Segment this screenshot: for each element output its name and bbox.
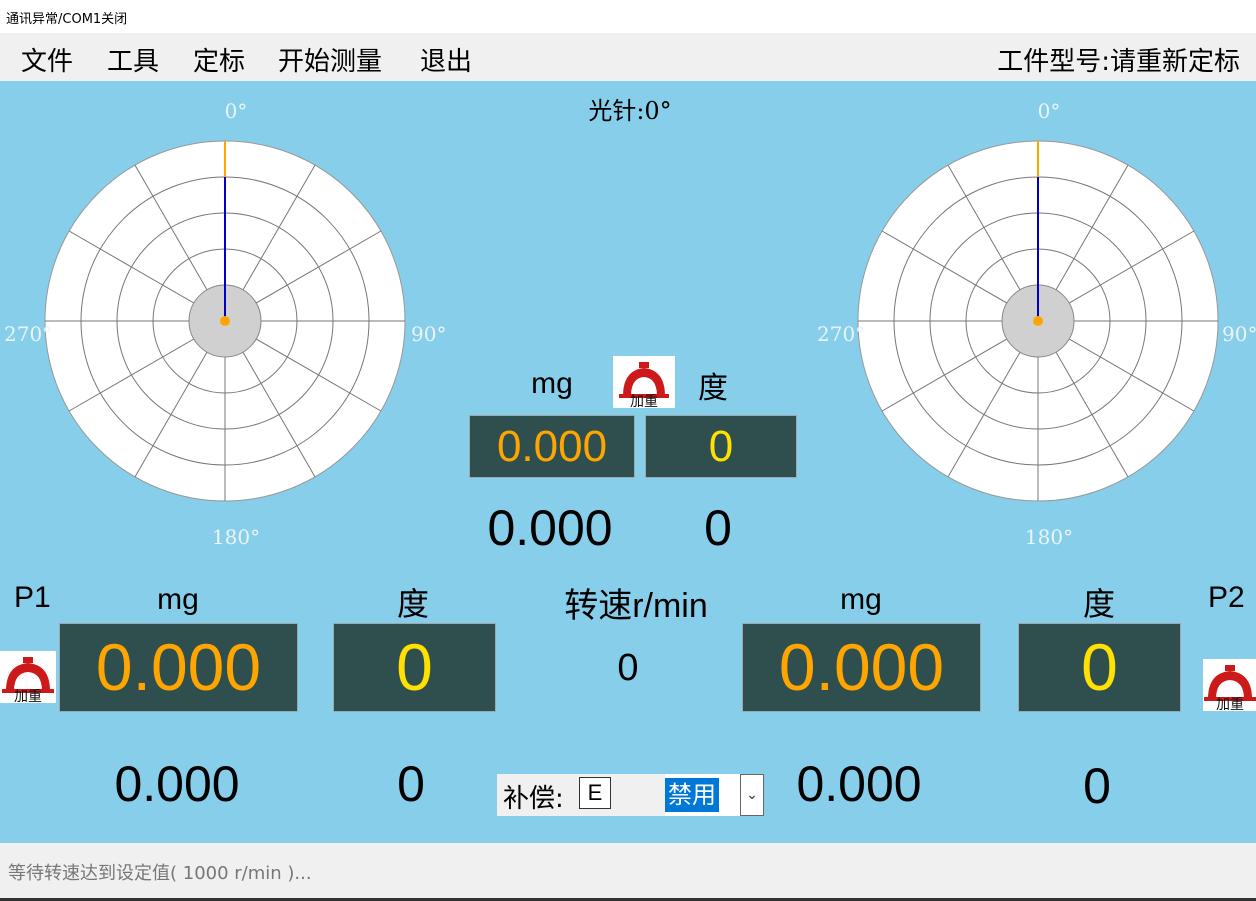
p2-label: P2 (1208, 581, 1245, 614)
compensation-select[interactable]: 禁用 ⌄ (665, 774, 764, 816)
p2-deg-display: 0 (1018, 623, 1181, 712)
polar-chart-right (857, 140, 1219, 502)
p1-mg-sub: 0.000 (114, 756, 240, 812)
center-dot-right (1033, 316, 1043, 326)
p1-label: P1 (14, 581, 51, 614)
angle-label-270-left: 270° (4, 322, 53, 346)
p2-deg-header: 度 (1082, 586, 1116, 622)
status-message: 等待转速达到设定值( 1000 r/min )... (8, 863, 312, 884)
p1-deg-display: 0 (333, 623, 496, 712)
chevron-down-icon[interactable]: ⌄ (740, 774, 764, 816)
p2-mg-display: 0.000 (742, 623, 981, 712)
angle-label-90-right: 90° (1222, 322, 1256, 346)
p1-deg-sub: 0 (397, 756, 425, 812)
angle-label-270-right: 270° (817, 322, 866, 346)
measurement-panel: 0° 90° 180° 270° 0° 90° 180° 270° 光针:0° … (0, 81, 1256, 843)
p2-mg-header: mg (840, 583, 882, 616)
center-deg-display: 0 (645, 415, 797, 478)
menu-exit[interactable]: 退出 (420, 41, 472, 78)
center-deg-header: 度 (698, 372, 728, 405)
angle-label-0-right: 0° (1037, 99, 1061, 123)
center-mg-sub: 0.000 (487, 500, 613, 556)
pointer-angle-label: 光针:0° (588, 97, 672, 125)
p1-mg-display: 0.000 (59, 623, 298, 712)
angle-label-90-left: 90° (411, 322, 447, 346)
window-title: 通讯异常/COM1关闭 (6, 12, 128, 27)
svg-text:加重: 加重 (14, 689, 42, 703)
speed-label: 转速r/min (564, 587, 708, 625)
menu-tools[interactable]: 工具 (107, 41, 159, 78)
compensation-input[interactable]: E (579, 777, 611, 809)
svg-text:加重: 加重 (1216, 697, 1244, 711)
angle-label-180-right: 180° (1024, 525, 1074, 549)
title-bar: 通讯异常/COM1关闭 (0, 0, 1256, 33)
speed-value: 0 (617, 647, 639, 689)
p1-deg-header: 度 (396, 586, 430, 622)
polar-chart-left (44, 140, 406, 502)
angle-label-0-left: 0° (224, 99, 248, 123)
center-dot-left (220, 316, 230, 326)
add-weight-icon-center[interactable]: 加重 (613, 356, 675, 410)
menu-file[interactable]: 文件 (21, 41, 73, 78)
menu-start-measure[interactable]: 开始测量 (278, 41, 382, 78)
angle-label-180-left: 180° (211, 525, 261, 549)
weight-icon: 加重 (2, 657, 54, 705)
weight-icon: 加重 (1204, 665, 1256, 713)
status-bar: 等待转速达到设定值( 1000 r/min )... (0, 843, 1256, 901)
center-mg-header: mg (531, 367, 573, 400)
add-weight-icon-p1[interactable]: 加重 (0, 651, 56, 705)
weight-icon: 加重 (619, 362, 669, 410)
menu-bar: 文件 工具 定标 开始测量 退出 工件型号:请重新定标 (0, 33, 1256, 81)
menu-calibrate[interactable]: 定标 (193, 41, 245, 78)
compensation-select-value: 禁用 (665, 778, 719, 812)
compensation-control: 补偿: E 禁用 ⌄ (497, 774, 764, 816)
p2-mg-sub: 0.000 (796, 756, 922, 812)
p2-deg-sub: 0 (1083, 758, 1111, 814)
center-deg-sub: 0 (704, 500, 732, 556)
center-mg-display: 0.000 (469, 415, 635, 478)
svg-text:加重: 加重 (630, 394, 658, 408)
workpiece-model-label: 工件型号:请重新定标 (997, 47, 1240, 77)
p1-mg-header: mg (157, 583, 199, 616)
compensation-label: 补偿: (503, 784, 564, 814)
add-weight-icon-p2[interactable]: 加重 (1203, 659, 1256, 713)
